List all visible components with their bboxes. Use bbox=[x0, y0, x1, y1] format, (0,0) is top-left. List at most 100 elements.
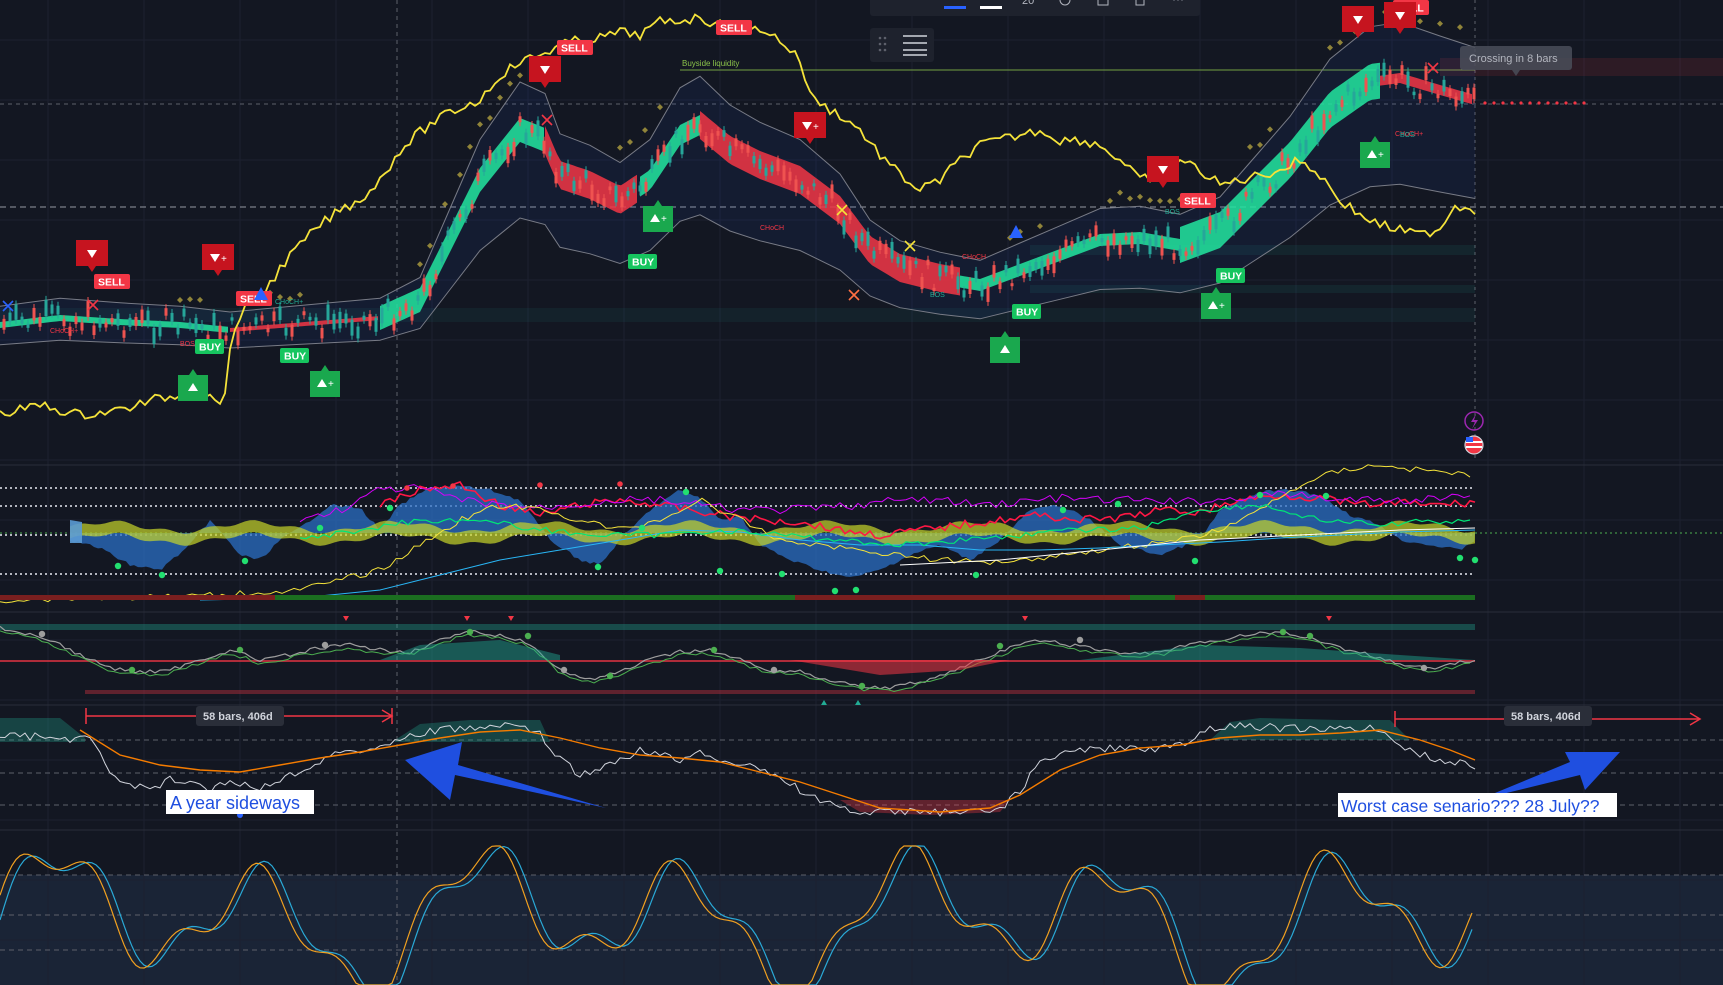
trend-bar-segment bbox=[275, 595, 795, 600]
signal-text: BUY bbox=[284, 351, 306, 363]
projection-dot bbox=[1582, 101, 1586, 105]
candle bbox=[1148, 238, 1152, 255]
candle bbox=[638, 185, 642, 192]
candle bbox=[434, 273, 438, 280]
candle bbox=[1028, 266, 1032, 277]
momentum-dot bbox=[858, 682, 866, 690]
candle bbox=[1376, 69, 1380, 82]
candle bbox=[1226, 208, 1230, 216]
plus-icon: + bbox=[1378, 150, 1384, 161]
candle bbox=[242, 326, 246, 331]
note-left-text: A year sideways bbox=[170, 793, 300, 813]
candle bbox=[500, 149, 504, 156]
candle bbox=[32, 307, 36, 321]
trend-bar-segment bbox=[1205, 595, 1475, 600]
osc-dot bbox=[1256, 491, 1264, 499]
candle bbox=[1442, 79, 1446, 92]
candle bbox=[212, 312, 216, 326]
note-right[interactable]: Worst case senario??? 28 July?? bbox=[1338, 793, 1617, 817]
candle bbox=[122, 330, 126, 338]
candle bbox=[302, 311, 306, 316]
momentum-dot bbox=[1279, 628, 1287, 636]
candle bbox=[140, 309, 144, 323]
candle bbox=[1166, 226, 1170, 239]
candle bbox=[20, 316, 24, 324]
zoom-value[interactable]: 20 bbox=[1022, 0, 1034, 7]
candle bbox=[1196, 240, 1200, 255]
candle bbox=[290, 324, 294, 337]
candle bbox=[788, 171, 792, 181]
trading-chart[interactable]: Buyside liquidity SELL + SELL BUY BUY + SELL SE… bbox=[0, 0, 1723, 985]
osc-dot bbox=[158, 571, 166, 579]
candle bbox=[740, 144, 744, 150]
projection-dot bbox=[1546, 101, 1550, 105]
note-left[interactable]: A year sideways bbox=[166, 790, 314, 814]
momentum-panel bbox=[0, 616, 1476, 705]
candle bbox=[404, 303, 408, 311]
structure-label: BOS bbox=[1400, 132, 1415, 139]
candle bbox=[26, 323, 30, 328]
candle bbox=[1292, 163, 1296, 169]
candle bbox=[1040, 260, 1044, 276]
candle bbox=[518, 116, 522, 123]
candle bbox=[1214, 214, 1218, 230]
line-style[interactable] bbox=[980, 6, 1002, 9]
candle bbox=[722, 130, 726, 137]
candle bbox=[596, 193, 600, 204]
osc-dot bbox=[1191, 557, 1199, 565]
candle bbox=[752, 156, 756, 164]
candle bbox=[1430, 83, 1434, 91]
candle bbox=[278, 306, 282, 321]
candle bbox=[428, 284, 432, 297]
color-swatch[interactable] bbox=[944, 6, 966, 9]
candle bbox=[614, 185, 618, 203]
structure-label: BOS bbox=[1165, 209, 1180, 216]
candle bbox=[572, 180, 576, 192]
momentum-dot bbox=[606, 672, 614, 680]
projection-dot bbox=[1483, 101, 1487, 105]
candle bbox=[1346, 84, 1350, 92]
osc-dot bbox=[1114, 500, 1122, 508]
tooltip-text: Crossing in 8 bars bbox=[1469, 53, 1558, 65]
momentum-dot bbox=[38, 630, 46, 638]
candle bbox=[374, 317, 378, 332]
candle bbox=[1118, 244, 1122, 255]
osc-dot bbox=[831, 587, 839, 595]
candle bbox=[530, 125, 534, 133]
candle bbox=[266, 328, 270, 333]
candle bbox=[1358, 91, 1362, 97]
momentum-dot bbox=[1076, 636, 1084, 644]
candle bbox=[188, 322, 192, 327]
note-right-text: Worst case senario??? 28 July?? bbox=[1341, 796, 1600, 816]
candle bbox=[1136, 239, 1140, 253]
osc-start-block bbox=[70, 520, 82, 543]
candle bbox=[1256, 175, 1260, 183]
candle bbox=[1352, 91, 1356, 106]
candle bbox=[104, 322, 108, 328]
osc-dot bbox=[1471, 556, 1479, 564]
candle bbox=[1100, 238, 1104, 243]
candle bbox=[758, 158, 762, 170]
candle bbox=[1322, 114, 1326, 131]
momentum-bottom-band bbox=[85, 690, 1475, 694]
range-label-left: 58 bars, 406d bbox=[203, 711, 273, 723]
candle bbox=[362, 315, 366, 320]
candle bbox=[1388, 69, 1392, 85]
candle bbox=[1124, 236, 1128, 241]
candle bbox=[1316, 130, 1320, 143]
candle bbox=[380, 307, 384, 324]
more-icon[interactable]: ··· bbox=[1172, 0, 1184, 6]
candle bbox=[224, 335, 228, 341]
candle bbox=[644, 181, 648, 192]
candle bbox=[920, 277, 924, 290]
us-flag-icon[interactable] bbox=[1464, 435, 1484, 455]
candle bbox=[458, 213, 462, 218]
candle bbox=[1244, 191, 1248, 197]
candle bbox=[1202, 230, 1206, 241]
candle bbox=[314, 317, 318, 326]
projection-dot bbox=[1555, 101, 1559, 105]
osc-dot bbox=[852, 586, 860, 594]
candle bbox=[686, 124, 690, 141]
osc-dot bbox=[617, 481, 623, 487]
candle bbox=[980, 285, 984, 297]
